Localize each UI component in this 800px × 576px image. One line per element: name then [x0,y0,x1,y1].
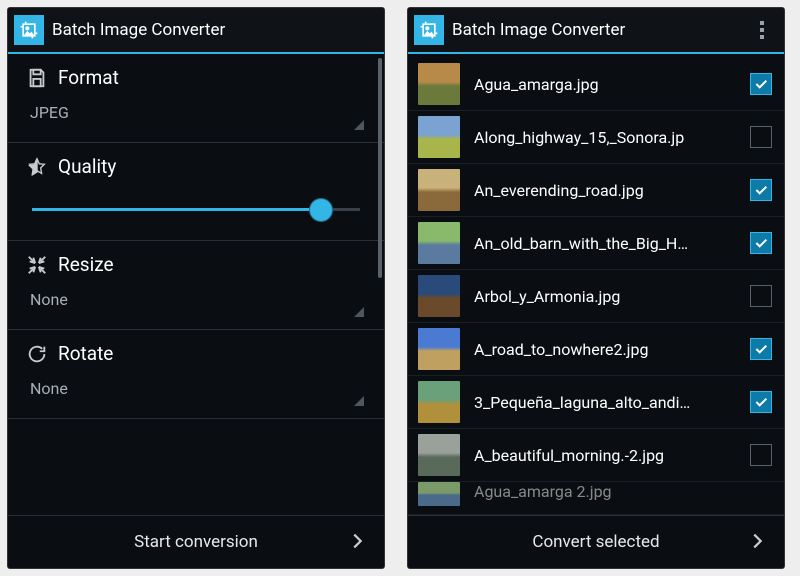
file-checkbox[interactable] [750,285,772,307]
file-thumbnail [418,222,460,264]
crop-image-icon [19,20,39,40]
file-name: Agua_amarga 2.jpg [474,482,772,501]
file-selection-screen: Batch Image Converter Agua_amarga.jpg Alo… [408,8,784,568]
chevron-right-icon [346,530,368,552]
file-row[interactable]: An_everending_road.jpg [408,164,784,217]
file-thumbnail [418,116,460,158]
action-bar: Batch Image Converter [8,8,384,54]
file-thumbnail [418,63,460,105]
file-name: 3_Pequeña_laguna_alto_andi… [474,393,750,412]
quality-section: Quality [8,143,384,240]
file-name: Arbol_y_Armonia.jpg [474,287,750,306]
start-conversion-button[interactable]: Start conversion [8,515,384,568]
app-title: Batch Image Converter [452,20,750,40]
file-checkbox[interactable] [750,391,772,413]
file-checkbox[interactable] [750,126,772,148]
collapse-icon [26,254,48,276]
star-half-icon [26,156,48,178]
quality-slider[interactable] [32,190,360,230]
resize-title: Resize [58,253,114,276]
file-row[interactable]: 3_Pequeña_laguna_alto_andi… [408,376,784,429]
action-bar: Batch Image Converter [408,8,784,54]
crop-image-icon [419,20,439,40]
rotate-title: Rotate [58,342,113,365]
checkmark-icon [753,235,769,251]
file-name: A_road_to_nowhere2.jpg [474,340,750,359]
file-checkbox[interactable] [750,73,772,95]
app-icon [14,15,44,45]
format-section: Format JPEG [8,54,384,142]
file-thumbnail [418,275,460,317]
checkmark-icon [753,341,769,357]
file-row[interactable]: Agua_amarga 2.jpg [408,482,784,515]
file-checkbox[interactable] [750,444,772,466]
start-conversion-label: Start conversion [134,532,258,552]
checkmark-icon [753,76,769,92]
settings-content: Format JPEG Quality Resize [8,54,384,515]
app-title: Batch Image Converter [52,20,378,40]
slider-fill [32,208,321,211]
file-list[interactable]: Agua_amarga.jpg Along_highway_15,_Sonora.… [408,54,784,515]
convert-selected-label: Convert selected [532,532,659,552]
format-value: JPEG [30,103,69,122]
file-row[interactable]: A_road_to_nowhere2.jpg [408,323,784,376]
file-thumbnail [418,328,460,370]
file-name: Agua_amarga.jpg [474,75,750,94]
file-name: An_old_barn_with_the_Big_H… [474,234,750,253]
quality-title: Quality [58,155,116,178]
overflow-menu-icon [760,21,764,25]
convert-selected-button[interactable]: Convert selected [408,515,784,568]
file-row[interactable]: A_beautiful_morning.-2.jpg [408,429,784,482]
rotate-icon [26,343,48,365]
resize-selector[interactable]: None [26,288,366,323]
overflow-menu-button[interactable] [750,18,774,42]
scrollbar[interactable] [378,58,382,278]
slider-thumb[interactable] [310,199,332,221]
settings-screen: Batch Image Converter Format JPEG Qualit… [8,8,384,568]
file-name: An_everending_road.jpg [474,181,750,200]
dropdown-indicator-icon [354,120,364,130]
dropdown-indicator-icon [354,396,364,406]
save-icon [26,67,48,89]
file-row[interactable]: Agua_amarga.jpg [408,58,784,111]
file-thumbnail [418,381,460,423]
file-row[interactable]: Arbol_y_Armonia.jpg [408,270,784,323]
file-name: A_beautiful_morning.-2.jpg [474,446,750,465]
divider [8,418,384,419]
dropdown-indicator-icon [354,307,364,317]
rotate-selector[interactable]: None [26,377,366,412]
app-icon [414,15,444,45]
resize-section: Resize None [8,241,384,329]
file-thumbnail [418,169,460,211]
rotate-section: Rotate None [8,330,384,418]
rotate-value: None [30,379,68,398]
format-title: Format [58,66,119,89]
file-checkbox[interactable] [750,232,772,254]
file-thumbnail [418,434,460,476]
checkmark-icon [753,182,769,198]
resize-value: None [30,290,68,309]
file-checkbox[interactable] [750,179,772,201]
chevron-right-icon [746,530,768,552]
file-checkbox[interactable] [750,338,772,360]
format-selector[interactable]: JPEG [26,101,366,136]
file-thumbnail [418,482,460,506]
file-row[interactable]: An_old_barn_with_the_Big_H… [408,217,784,270]
file-name: Along_highway_15,_Sonora.jp [474,128,750,147]
file-row[interactable]: Along_highway_15,_Sonora.jp [408,111,784,164]
checkmark-icon [753,394,769,410]
